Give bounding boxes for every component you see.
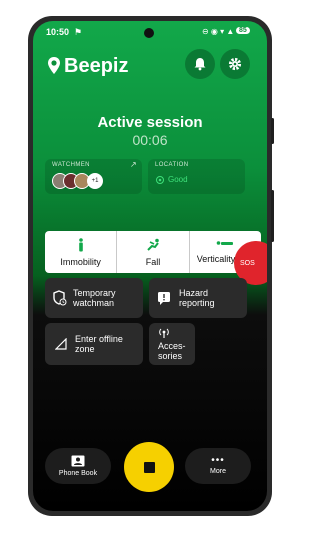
- temporary-watchman-tile[interactable]: Temporary watchman: [45, 278, 143, 318]
- location-card[interactable]: LOCATION Good: [148, 159, 245, 194]
- tile-label: Enter offline zone: [75, 334, 123, 354]
- screen: 10:50 ⚑ ⊖ ◉ ▾ ▲ 85 Beepiz Active session…: [33, 21, 267, 511]
- gear-icon: [228, 57, 242, 71]
- location-status: Good: [168, 175, 188, 184]
- mode-immobility[interactable]: Immobility: [45, 231, 118, 273]
- sos-label: SOS: [240, 259, 255, 267]
- power-button: [271, 118, 274, 144]
- modes-selector: Immobility Fall Verticality loss: [45, 231, 261, 273]
- more-button[interactable]: ••• More: [185, 448, 251, 484]
- watchmen-avatars: +1: [52, 173, 122, 189]
- location-label: LOCATION: [155, 162, 189, 168]
- lying-person-icon: [217, 241, 234, 245]
- tile-label: Temporary watchman: [73, 288, 116, 308]
- no-signal-icon: [55, 338, 67, 350]
- status-time: 10:50: [46, 27, 70, 37]
- contacts-icon: [71, 455, 85, 467]
- extra-watchmen-badge: +1: [87, 173, 103, 189]
- shield-clock-icon: [53, 290, 67, 306]
- more-dots-icon: •••: [211, 455, 225, 466]
- standing-person-icon: [78, 237, 83, 251]
- app-logo: Beepiz: [47, 55, 128, 77]
- mode-label: Fall: [145, 256, 161, 267]
- phone-book-button[interactable]: Phone Book: [45, 448, 111, 484]
- falling-person-icon: [147, 238, 159, 251]
- session-timer: 00:06: [132, 132, 168, 148]
- mode-label: Immobility: [60, 256, 101, 267]
- hazard-reporting-tile[interactable]: Hazard reporting: [149, 278, 247, 318]
- tile-label: Hazard reporting: [179, 288, 215, 308]
- stop-icon: [143, 461, 155, 473]
- volume-button: [271, 190, 274, 242]
- status-icons: ⊖ ◉ ▾ ▲: [202, 27, 235, 36]
- tile-label: Acces-sories: [158, 341, 186, 361]
- phone-book-label: Phone Book: [58, 470, 98, 477]
- front-camera: [144, 28, 154, 38]
- settings-button[interactable]: [220, 49, 250, 79]
- location-target-icon: [156, 176, 164, 184]
- session-title: Active session: [97, 114, 203, 131]
- open-arrow-icon: ↗: [130, 160, 137, 169]
- mode-fall[interactable]: Fall: [117, 231, 190, 273]
- watchmen-card[interactable]: WATCHMEN ↗ +1: [45, 159, 142, 194]
- flag-icon: ⚑: [74, 27, 83, 37]
- report-icon: [158, 292, 170, 305]
- offline-zone-tile[interactable]: Enter offline zone: [45, 323, 143, 365]
- more-label: More: [210, 468, 226, 475]
- battery-indicator: 85: [236, 27, 250, 34]
- stop-session-button[interactable]: [124, 442, 174, 492]
- bell-icon: [194, 58, 206, 71]
- app-name: Beepiz: [64, 54, 129, 77]
- notifications-button[interactable]: [185, 49, 215, 79]
- watchmen-label: WATCHMEN: [52, 162, 90, 168]
- beepiz-logo-icon: [48, 57, 60, 74]
- accessories-tile[interactable]: Acces-sories: [149, 323, 195, 365]
- broadcast-icon: [159, 328, 169, 338]
